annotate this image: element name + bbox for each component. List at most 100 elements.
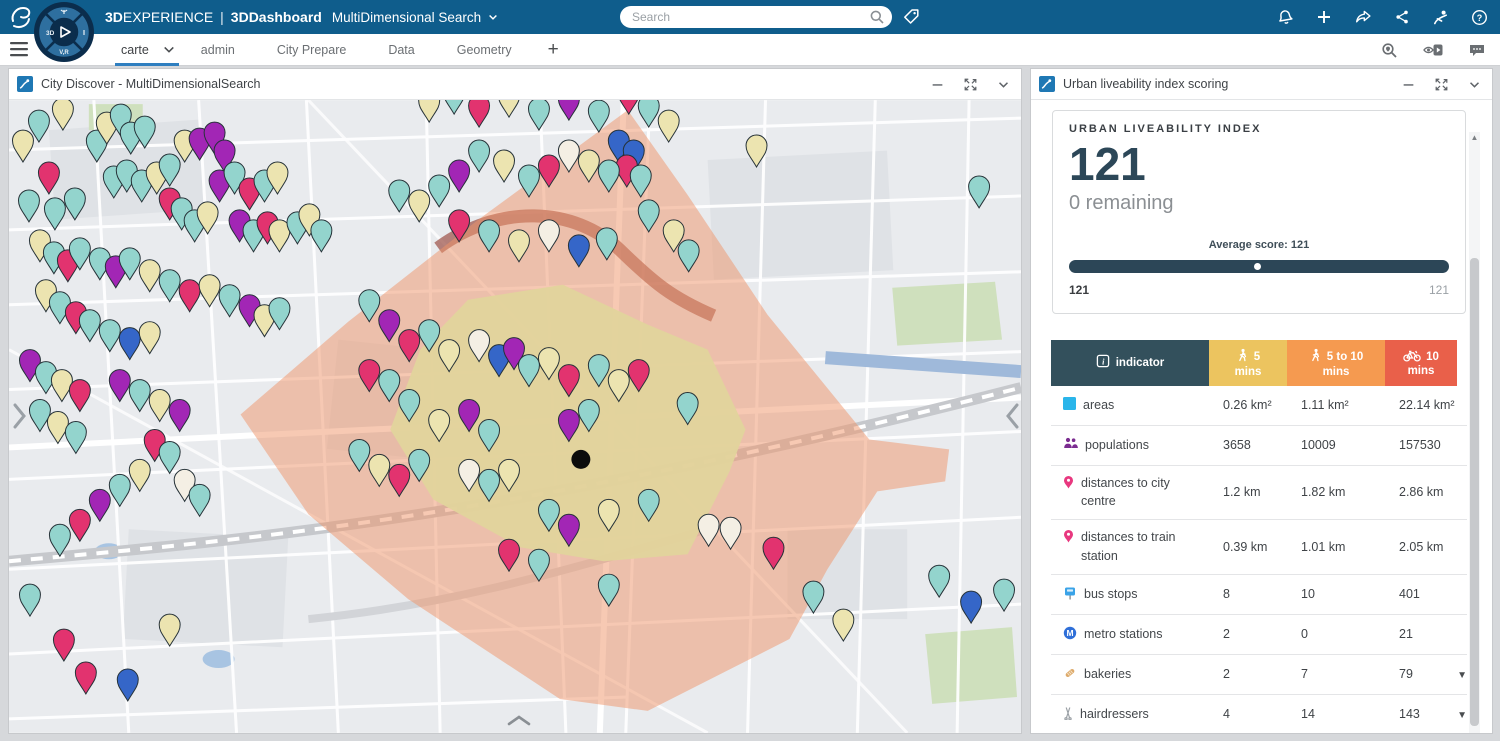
app-title: 3DEXPERIENCE | 3DDashboard MultiDimensio… <box>105 0 499 34</box>
header-5-to-10-mins: 5 to 10 mins <box>1287 340 1385 386</box>
widget-title: City Discover - MultiDimensionalSearch <box>41 77 930 91</box>
minimize-icon[interactable] <box>930 77 945 92</box>
bakery-icon <box>1063 666 1077 680</box>
brand-rest: EXPERIENCE <box>123 9 213 25</box>
help-icon[interactable]: ? <box>1471 9 1488 26</box>
person-icon[interactable] <box>1432 9 1449 26</box>
media-icon[interactable] <box>1422 42 1444 58</box>
expand-icon[interactable] <box>963 77 978 92</box>
city-discover-widget: City Discover - MultiDimensionalSearch <box>8 68 1022 734</box>
bike-icon <box>1403 348 1421 365</box>
collapse-chevron-icon[interactable] <box>1467 77 1482 92</box>
cell-value: 0 <box>1287 627 1385 641</box>
city-map[interactable] <box>9 100 1021 733</box>
scroll-up-icon[interactable]: ▲ <box>1469 132 1480 144</box>
3ds-logo[interactable] <box>8 4 34 30</box>
index-remaining: 0 remaining <box>1069 192 1449 215</box>
comments-icon[interactable] <box>1468 42 1486 58</box>
pin-icon <box>1063 529 1074 543</box>
share-nodes-icon[interactable] <box>1394 9 1410 25</box>
minimize-icon[interactable] <box>1401 77 1416 92</box>
score-slider[interactable] <box>1069 260 1449 273</box>
cell-value: 157530 <box>1385 438 1457 452</box>
table-row: hairdressers414143▼ <box>1051 695 1467 733</box>
share-arrow-icon[interactable] <box>1354 9 1372 25</box>
widget-title: Urban liveability index scoring <box>1063 77 1401 91</box>
tab-data[interactable]: Data <box>372 34 440 66</box>
table-header: i indicator 5 mins 5 to 10 mins 10 mins <box>1051 340 1467 386</box>
expand-icon[interactable] <box>1434 77 1449 92</box>
analysis-centre-dot[interactable] <box>571 450 590 469</box>
cell-value: 14 <box>1287 707 1385 721</box>
map-centre-dot <box>571 450 590 469</box>
populations-icon <box>1063 437 1078 449</box>
add-icon[interactable] <box>1316 9 1332 25</box>
table-row: distances to city centre 1.2 km1.82 km2.8… <box>1051 466 1467 521</box>
liveability-index-card: URBAN LIVEABILITY INDEX 121 0 remaining … <box>1052 110 1466 314</box>
panel-expand-up-chevron[interactable] <box>505 713 533 727</box>
average-score-label: Average score: 121 <box>1069 239 1449 251</box>
notification-bell-icon[interactable] <box>1277 9 1294 26</box>
cell-value: 143 <box>1385 707 1457 721</box>
walk-icon <box>1309 348 1322 366</box>
cell-value: 21 <box>1385 627 1457 641</box>
3dexperience-compass[interactable]: 3D V,R <box>33 1 95 63</box>
cell-value: 7 <box>1287 667 1385 681</box>
cell-value: 1.01 km <box>1287 540 1385 554</box>
header-5-mins: 5 mins <box>1209 340 1287 386</box>
bus-icon <box>1063 586 1077 600</box>
walk-icon <box>1236 348 1249 366</box>
widget-app-icon <box>17 76 33 92</box>
metro-icon: M <box>1063 626 1077 640</box>
cell-value: 0.26 km² <box>1209 398 1287 412</box>
row-expand-chevron-icon[interactable]: ▼ <box>1457 710 1467 721</box>
panel-expand-left-chevron[interactable] <box>11 401 27 431</box>
app-name: 3DDashboard <box>231 9 322 25</box>
brand-separator: | <box>220 9 224 25</box>
cell-value: 1.2 km <box>1209 485 1287 499</box>
compass-3d-label: 3D <box>46 30 55 37</box>
cell-value: 3658 <box>1209 438 1287 452</box>
table-row: distances to train station0.39 km1.01 km… <box>1051 520 1467 575</box>
table-row: bakeries2779▼ <box>1051 655 1467 695</box>
menu-icon[interactable] <box>10 42 28 57</box>
areas-icon <box>1063 397 1076 410</box>
cell-value: 79 <box>1385 667 1457 681</box>
tag-icon[interactable] <box>902 8 920 26</box>
index-label: URBAN LIVEABILITY INDEX <box>1069 123 1449 135</box>
add-tab-button[interactable]: + <box>538 34 569 66</box>
tab-geometry[interactable]: Geometry <box>441 34 538 66</box>
slider-max: 121 <box>1429 283 1449 297</box>
row-expand-chevron-icon[interactable]: ▼ <box>1457 670 1467 681</box>
dashboard-context[interactable]: MultiDimensional Search <box>332 10 481 25</box>
search-input[interactable] <box>620 6 892 28</box>
slider-min: 121 <box>1069 283 1089 297</box>
tab-admin[interactable]: admin <box>185 34 261 66</box>
tab-chevron-down-icon[interactable] <box>163 45 175 55</box>
row-label: bus stops <box>1084 585 1138 604</box>
tab-carte[interactable]: carte <box>105 34 185 66</box>
search-location-icon[interactable] <box>1381 42 1398 59</box>
panel-expand-right-chevron[interactable] <box>1005 401 1021 431</box>
slider-knob[interactable] <box>1254 263 1261 270</box>
scrollbar-thumb[interactable] <box>1470 258 1479 726</box>
cell-value: 22.14 km² <box>1385 398 1457 412</box>
cell-value: 8 <box>1209 587 1287 601</box>
row-label: distances to train station <box>1081 528 1205 566</box>
tab-city-prepare[interactable]: City Prepare <box>261 34 372 66</box>
cell-value: 401 <box>1385 587 1457 601</box>
collapse-chevron-icon[interactable] <box>996 77 1011 92</box>
row-label: distances to city centre <box>1081 474 1205 512</box>
cell-value: 2.86 km <box>1385 485 1457 499</box>
cell-value: 10 <box>1287 587 1385 601</box>
compass-vr-label: V,R <box>59 50 69 56</box>
row-label: hairdressers <box>1080 705 1149 724</box>
header-10-mins: 10 mins <box>1385 340 1457 386</box>
scrollbar[interactable]: ▲ ▼ <box>1469 132 1480 733</box>
hairdresser-icon <box>1063 706 1073 720</box>
widget-app-icon <box>1039 76 1055 92</box>
chevron-down-icon[interactable] <box>487 11 499 23</box>
table-row: populations365810009157530 <box>1051 426 1467 466</box>
cell-value: 1.82 km <box>1287 485 1385 499</box>
search-icon[interactable] <box>869 9 885 25</box>
